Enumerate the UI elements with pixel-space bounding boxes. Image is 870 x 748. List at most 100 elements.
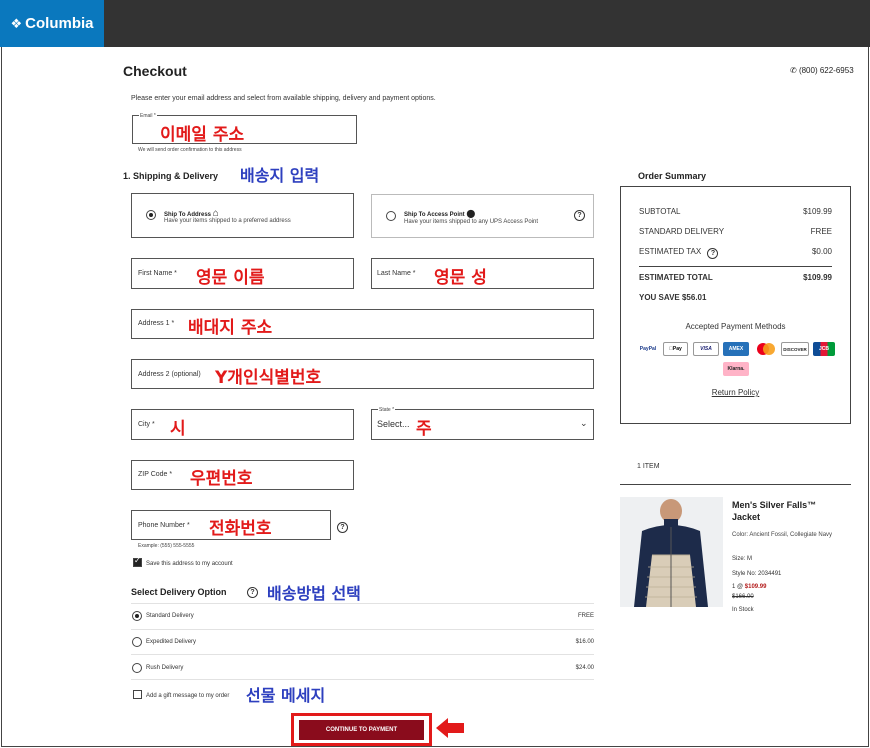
gift-message-checkbox[interactable] (133, 690, 142, 699)
state-label: State * (378, 407, 396, 413)
tax-help-icon[interactable]: ? (707, 248, 719, 259)
delivery-value: FREE (810, 227, 832, 236)
divider (131, 629, 594, 630)
last-name-label: Last Name * (377, 270, 416, 277)
divider (131, 679, 594, 680)
shipping-annotation: 배송지 입력 (240, 166, 320, 185)
delivery-annotation: 배송방법 선택 (267, 584, 361, 603)
phone-number: (800) 622-6953 (798, 66, 854, 75)
address1-annotation: 배대지 주소 (188, 318, 273, 338)
state-annotation: 주 (416, 419, 432, 439)
shipping-heading: 1. Shipping & Delivery (123, 171, 219, 181)
location-pin-icon: ⬤ (466, 209, 476, 218)
access-point-help-icon[interactable]: ? (574, 210, 585, 221)
tax-value: $0.00 (811, 247, 832, 256)
city-annotation: 시 (170, 419, 186, 439)
zip-label: ZIP Code * (138, 471, 173, 478)
ship-to-address-desc: Have your items shipped to a preferred a… (164, 218, 291, 224)
product-sale-price: $109.99 (744, 584, 767, 590)
gift-message-label: Add a gift message to my order (146, 693, 230, 699)
product-stock: In Stock (732, 607, 754, 613)
subtotal-value: $109.99 (803, 207, 832, 216)
order-summary-heading: Order Summary (638, 171, 707, 181)
delivery-row: STANDARD DELIVERY FREE (639, 227, 832, 236)
paypal-icon: PayPal (639, 346, 657, 352)
expedited-delivery-price: $16.00 (575, 639, 594, 645)
jacket-image (634, 499, 708, 607)
tax-label: ESTIMATED TAX (639, 247, 702, 256)
accepted-payment-heading: Accepted Payment Methods (685, 322, 786, 331)
ship-to-access-point-option[interactable]: Ship To Access Point ⬤ Have your items s… (371, 194, 594, 238)
zip-annotation: 우편번호 (190, 469, 253, 489)
delivery-help-icon[interactable]: ? (247, 587, 258, 598)
first-name-label: First Name * (138, 270, 177, 277)
email-helper: We will send order confirmation to this … (138, 147, 242, 153)
divider (131, 654, 594, 655)
product-price-row: 1 @ $109.99 (732, 584, 766, 590)
ship-to-access-point-radio[interactable] (386, 211, 396, 221)
standard-delivery-radio[interactable] (132, 611, 142, 621)
continue-to-payment-button[interactable]: CONTINUE TO PAYMENT (299, 720, 424, 740)
total-row: ESTIMATED TOTAL $109.99 (639, 273, 832, 282)
phone-help-icon[interactable]: ? (337, 522, 348, 533)
divider (131, 603, 594, 604)
klarna-icon: Klarna. (723, 362, 749, 376)
help-phone[interactable]: ✆ (800) 622-6953 (790, 66, 854, 75)
total-divider (639, 266, 832, 267)
rush-delivery-radio[interactable] (132, 663, 142, 673)
standard-delivery-label: Standard Delivery (146, 613, 194, 619)
save-address-checkbox[interactable] (133, 556, 142, 567)
ship-to-address-radio[interactable] (146, 210, 156, 220)
order-summary-panel: SUBTOTAL $109.99 STANDARD DELIVERY FREE ES… (620, 186, 851, 424)
total-label: ESTIMATED TOTAL (639, 273, 713, 282)
address2-label: Address 2 (optional) (138, 371, 201, 378)
phone-icon: ✆ (790, 66, 799, 75)
amex-icon: AMEX (723, 342, 749, 356)
product-name[interactable]: Men's Silver Falls™ Jacket (732, 499, 842, 523)
expedited-delivery-radio[interactable] (132, 637, 142, 647)
subtotal-label: SUBTOTAL (639, 207, 681, 216)
product-size: Size: M (732, 556, 753, 562)
product-color: Color: Ancient Fossil, Collegiate Navy (732, 532, 833, 538)
email-annotation: 이메일 주소 (160, 125, 245, 145)
subtotal-row: SUBTOTAL $109.99 (639, 207, 832, 216)
product-image[interactable] (620, 497, 723, 607)
jcb-icon: JCB (813, 342, 835, 356)
city-label: City * (138, 421, 155, 428)
columbia-diamond-icon: ❖ (10, 15, 23, 31)
product-original-price: $166.00 (732, 594, 754, 600)
expedited-delivery-label: Expedited Delivery (146, 639, 197, 645)
phone-label: Phone Number * (138, 522, 190, 529)
city-input[interactable] (131, 409, 354, 440)
apple-pay-icon: Pay (663, 342, 688, 356)
rush-delivery-label: Rush Delivery (146, 665, 184, 671)
state-value: Select... (377, 419, 410, 429)
top-bar (0, 0, 870, 47)
apple-pay-label: Pay (671, 346, 682, 352)
continue-button-highlight: CONTINUE TO PAYMENT (291, 713, 432, 746)
last-name-annotation: 영문 성 (434, 268, 487, 288)
ship-to-address-option[interactable]: Ship To Address ⌂ Have your items shippe… (131, 193, 354, 238)
product-qty: 1 @ (732, 584, 744, 590)
visa-icon: VISA (693, 342, 719, 356)
total-value: $109.99 (803, 273, 832, 282)
return-policy-link[interactable]: Return Policy (621, 388, 850, 397)
standard-delivery-price: FREE (577, 613, 594, 619)
delivery-label: STANDARD DELIVERY (639, 227, 725, 236)
mastercard-icon (753, 342, 779, 356)
page-title: Checkout (123, 63, 187, 79)
checkout-intro: Please enter your email address and sele… (131, 95, 436, 102)
columbia-logo[interactable]: ❖ Columbia (0, 0, 104, 47)
save-address-label: Save this address to my account (146, 561, 233, 567)
arrow-left-icon (436, 718, 464, 738)
chevron-down-icon: ⌄ (580, 418, 588, 428)
cart-divider (620, 484, 851, 485)
phone-example: Example: (555) 555-5555 (138, 543, 195, 549)
gift-message-annotation: 선물 메세지 (246, 686, 326, 705)
email-label: Email * (139, 113, 157, 119)
cart-item-count: 1 ITEM (637, 463, 660, 470)
phone-annotation: 전화번호 (209, 519, 272, 539)
address1-label: Address 1 * (138, 320, 175, 327)
product-style: Style No: 2034491 (732, 571, 782, 577)
brand-name: Columbia (25, 15, 94, 32)
